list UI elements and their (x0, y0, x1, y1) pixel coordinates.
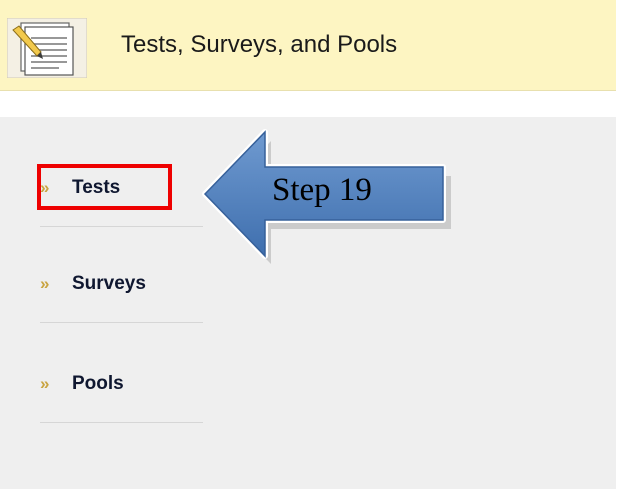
nav-item-label[interactable]: Surveys (72, 274, 146, 294)
nav-item-surveys[interactable]: » Surveys (40, 274, 203, 323)
highlight-box (37, 164, 172, 210)
step-label: Step 19 (272, 172, 372, 208)
notepad-pencil-icon (7, 18, 87, 78)
nav-item-label[interactable]: Pools (72, 374, 124, 394)
double-chevron-right-icon: » (40, 274, 50, 293)
page-header: Tests, Surveys, and Pools (0, 0, 616, 91)
nav-item-pools[interactable]: » Pools (40, 374, 203, 423)
double-chevron-right-icon: » (40, 374, 50, 393)
page-title: Tests, Surveys, and Pools (121, 31, 398, 58)
